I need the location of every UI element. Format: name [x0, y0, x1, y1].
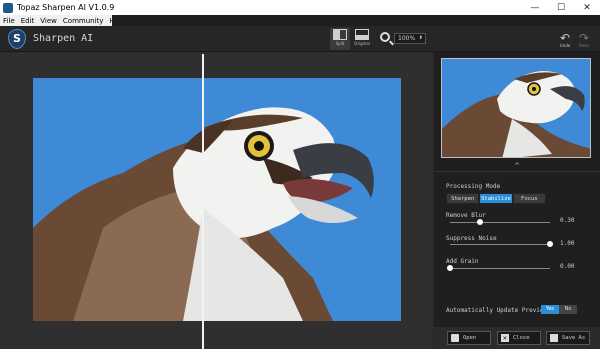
close-window-button[interactable]: ✕ — [574, 3, 600, 13]
menu-bar-fill — [112, 15, 600, 26]
zoom-stepper-icon: ⬍ — [418, 35, 423, 41]
mode-focus-tab[interactable]: Focus — [512, 193, 546, 204]
close-icon: ✕ — [501, 334, 509, 342]
auto-update-label: Automatically Update Preview — [446, 307, 548, 314]
add-grain-value: 0.00 — [560, 263, 575, 270]
split-divider-handle[interactable] — [202, 54, 204, 349]
add-grain-label: Add Grain — [446, 258, 479, 265]
original-view-button[interactable]: Original — [352, 28, 372, 50]
split-view-button[interactable]: Split — [330, 28, 350, 50]
split-label: Split — [335, 41, 345, 46]
remove-blur-knob[interactable] — [477, 219, 483, 225]
undo-button[interactable]: ↶ Undo — [556, 31, 574, 48]
suppress-noise-knob[interactable] — [547, 241, 553, 247]
zoom-value: 100% — [398, 35, 416, 42]
original-label: Original — [354, 41, 370, 46]
navigator-thumbnail[interactable] — [441, 58, 591, 158]
close-button[interactable]: ✕ Close — [497, 331, 541, 345]
minimize-button[interactable]: — — [522, 3, 548, 13]
toolbar: S Sharpen AI Split Original 100% ⬍ ↶ Und… — [0, 26, 600, 52]
title-bar: Topaz Sharpen AI V1.0.9 — ☐ ✕ — [0, 0, 600, 15]
processing-mode-tabs: Sharpen Stabilize Focus — [446, 193, 546, 204]
remove-blur-value: 0.30 — [560, 217, 575, 224]
thumbnail-image — [442, 59, 590, 157]
mode-stabilize-tab[interactable]: Stabilize — [479, 193, 513, 204]
app-name: Sharpen AI — [33, 33, 94, 44]
remove-blur-label: Remove Blur — [446, 212, 486, 219]
menu-view[interactable]: View — [37, 17, 60, 25]
suppress-noise-slider[interactable] — [450, 241, 553, 247]
menu-edit[interactable]: Edit — [18, 17, 38, 25]
menu-file[interactable]: File — [0, 17, 18, 25]
menu-community[interactable]: Community — [60, 17, 107, 25]
suppress-noise-label: Suppress Noise — [446, 235, 497, 242]
sharpen-logo-icon: S — [8, 29, 26, 49]
original-view-icon — [355, 29, 369, 40]
mode-sharpen-tab[interactable]: Sharpen — [446, 193, 480, 204]
add-grain-slider[interactable] — [447, 265, 550, 271]
window-title: Topaz Sharpen AI V1.0.9 — [17, 3, 115, 12]
open-button[interactable]: Open — [447, 331, 491, 345]
open-label: Open — [463, 335, 477, 341]
collapse-panel-icon[interactable]: ^ — [434, 162, 600, 172]
add-grain-knob[interactable] — [447, 265, 453, 271]
remove-blur-slider[interactable] — [450, 219, 550, 225]
toggle-no[interactable]: No — [559, 305, 577, 314]
app-icon — [3, 2, 13, 13]
split-view-icon — [333, 29, 347, 40]
close-label: Close — [513, 335, 530, 341]
save-icon — [550, 334, 558, 342]
undo-label: Undo — [559, 43, 571, 48]
save-as-button[interactable]: Save As — [546, 331, 590, 345]
osprey-image — [33, 78, 401, 321]
redo-label: Redo — [578, 43, 590, 48]
toggle-yes[interactable]: Yes — [541, 305, 559, 314]
suppress-noise-value: 1.00 — [560, 240, 575, 247]
menu-bar: File Edit View Community Help — [0, 15, 125, 26]
zoom-icon[interactable] — [380, 32, 390, 42]
redo-button[interactable]: ↷ Redo — [575, 31, 593, 48]
save-as-label: Save As — [562, 335, 586, 341]
zoom-select[interactable]: 100% ⬍ — [394, 33, 426, 44]
maximize-button[interactable]: ☐ — [548, 3, 574, 13]
auto-update-toggle[interactable]: Yes No — [541, 305, 577, 314]
processing-mode-label: Processing Mode — [446, 183, 501, 190]
folder-icon — [451, 334, 459, 342]
osprey-photo-preview[interactable] — [33, 78, 401, 321]
